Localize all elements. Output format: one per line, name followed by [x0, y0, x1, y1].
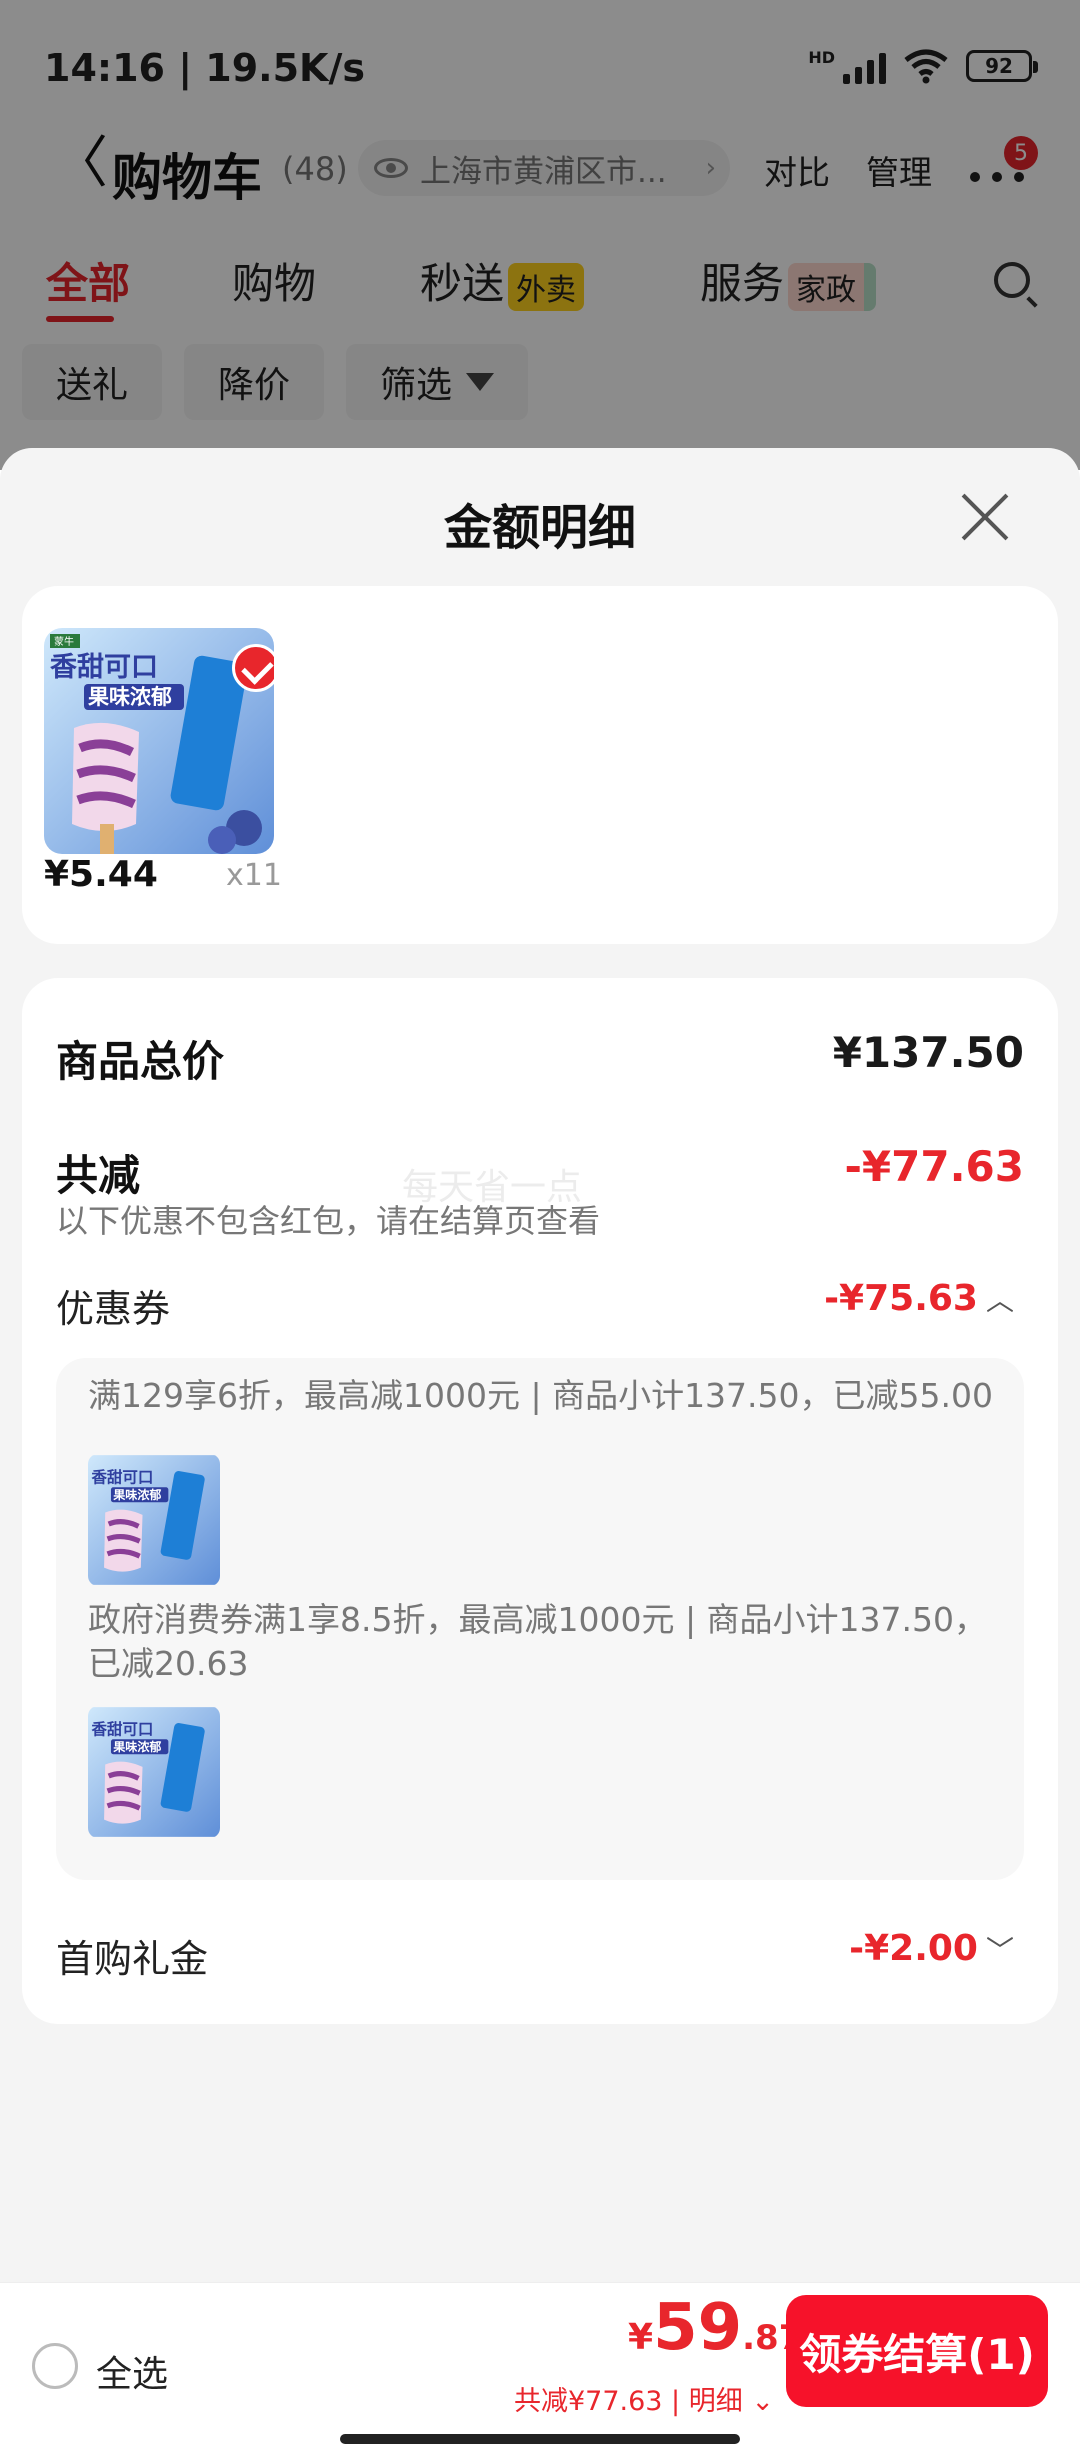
- goods-total-label: 商品总价: [56, 1037, 225, 1086]
- coupon-label: 优惠券: [56, 1287, 171, 1331]
- checkout-button[interactable]: 领券结算(1): [786, 2295, 1048, 2407]
- sheet-title: 金额明细: [443, 500, 636, 556]
- reduction-value: -¥77.63: [844, 1142, 1024, 1191]
- total-integer: 59: [653, 2291, 743, 2365]
- coupon-value: -¥75.63: [824, 1278, 978, 1319]
- image-slogan-1: 香甜可口: [50, 652, 158, 683]
- first-purchase-toggle[interactable]: -¥2.00 ﹀: [849, 1928, 1014, 1969]
- svg-text:香甜可口: 香甜可口: [91, 1468, 153, 1487]
- svg-text:果味浓郁: 果味浓郁: [112, 1739, 161, 1754]
- chevron-up-icon: ︿: [985, 1283, 1014, 1317]
- product-quantity: x11: [226, 858, 282, 893]
- product-price: ¥5.44: [44, 854, 158, 895]
- select-all-radio[interactable]: [32, 2343, 78, 2389]
- close-icon[interactable]: [958, 490, 1012, 544]
- price-detail-card: 商品总价 ¥137.50 每天省一点 共减 -¥77.63 以下优惠不包含红包，…: [22, 978, 1058, 2024]
- coupon-item-2: 政府消费券满1享8.5折，最高减1000元 | 商品小计137.50，已减20.…: [88, 1600, 988, 1683]
- savings-detail-link[interactable]: 共减¥77.63 | 明细 ⌄: [514, 2379, 774, 2418]
- reduction-note: 以下优惠不包含红包，请在结算页查看: [56, 1202, 601, 1240]
- modal-overlay[interactable]: [0, 0, 1080, 470]
- coupon-item-1-image: 香甜可口 果味浓郁: [88, 1454, 220, 1586]
- total-price: ¥ 59 .87: [628, 2291, 802, 2365]
- svg-text:果味浓郁: 果味浓郁: [112, 1487, 161, 1502]
- product-card: 蒙牛 香甜可口 果味浓郁 ¥5.44 x11: [22, 586, 1058, 944]
- currency-symbol: ¥: [628, 2317, 654, 2358]
- coupon-details: 满129享6折，最高减1000元 | 商品小计137.50，已减55.00 香甜…: [56, 1358, 1024, 1880]
- home-indicator[interactable]: [340, 2434, 740, 2444]
- reduction-label: 共减: [56, 1151, 141, 1200]
- coupon-toggle[interactable]: -¥75.63 ︿: [824, 1278, 1014, 1319]
- image-slogan-2: 果味浓郁: [88, 685, 172, 709]
- coupon-item-1: 满129享6折，最高减1000元 | 商品小计137.50，已减55.00: [88, 1376, 994, 1415]
- chevron-down-icon: ﹀: [985, 1933, 1014, 1967]
- product-image[interactable]: 蒙牛 香甜可口 果味浓郁: [44, 628, 274, 854]
- svg-text:香甜可口: 香甜可口: [91, 1720, 153, 1739]
- first-purchase-label: 首购礼金: [56, 1937, 209, 1981]
- selected-check-icon[interactable]: [232, 644, 274, 692]
- coupon-item-2-image: 香甜可口 果味浓郁: [88, 1706, 220, 1838]
- brand-logo-text: 蒙牛: [54, 635, 74, 648]
- select-all-label[interactable]: 全选: [96, 2345, 168, 2397]
- goods-total-value: ¥137.50: [832, 1028, 1024, 1077]
- first-purchase-value: -¥2.00: [849, 1928, 978, 1969]
- amount-detail-sheet: 金额明细 蒙牛 香甜可口 果味浓郁 ¥5.44 x11 商品总价 ¥137.50…: [0, 448, 1080, 2460]
